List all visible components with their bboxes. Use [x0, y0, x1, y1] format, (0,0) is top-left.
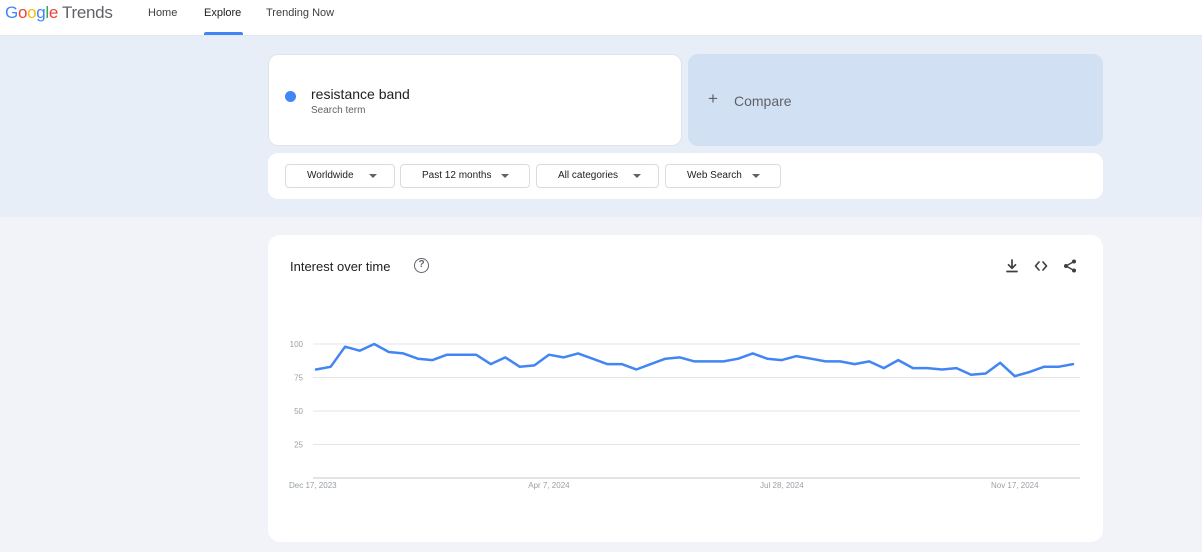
nav-home[interactable]: Home: [148, 7, 177, 19]
top-bar: Google Trends Home Explore Trending Now: [0, 0, 1202, 36]
dropdown-caret-icon: [752, 174, 760, 178]
x-tick-label: Jul 28, 2024: [760, 481, 804, 490]
filter-bar: Worldwide Past 12 months All categories …: [268, 153, 1103, 199]
compare-label: Compare: [734, 93, 792, 109]
compare-button[interactable]: + Compare: [688, 54, 1103, 146]
y-tick-label: 100: [290, 340, 304, 349]
series-color-dot: [285, 91, 296, 102]
time-range-value: Past 12 months: [422, 170, 492, 181]
interest-over-time-card: Interest over time ? 25 50 75 100 Dec 17, 20…: [268, 235, 1103, 542]
series-line-resistance-band: [314, 342, 1075, 378]
region-dropdown[interactable]: Worldwide: [285, 164, 395, 188]
plus-icon: +: [708, 89, 718, 108]
search-type-value: Web Search: [687, 170, 742, 181]
search-type-dropdown[interactable]: Web Search: [665, 164, 781, 188]
x-tick-label: Dec 17, 2023: [289, 481, 337, 490]
nav-explore[interactable]: Explore: [204, 7, 241, 19]
category-dropdown[interactable]: All categories: [536, 164, 659, 188]
dropdown-caret-icon: [369, 174, 377, 178]
y-tick-label: 25: [294, 441, 303, 450]
search-term-card[interactable]: resistance band Search term: [268, 54, 682, 146]
region-value: Worldwide: [307, 170, 354, 181]
category-value: All categories: [558, 170, 619, 181]
interest-line-chart: 25 50 75 100 Dec 17, 2023 Apr 7, 2024 Jul 28, …: [289, 340, 1080, 490]
nav-trending-now[interactable]: Trending Now: [266, 7, 334, 19]
dropdown-caret-icon: [501, 174, 509, 178]
x-tick-label: Nov 17, 2024: [991, 481, 1039, 490]
search-term-type: Search term: [311, 105, 366, 116]
x-tick-label: Apr 7, 2024: [528, 481, 570, 490]
search-term-name[interactable]: resistance band: [311, 86, 410, 102]
y-tick-label: 75: [294, 374, 303, 383]
y-tick-label: 50: [294, 407, 303, 416]
dropdown-caret-icon: [633, 174, 641, 178]
google-trends-logo[interactable]: Google Trends: [5, 3, 113, 23]
active-tab-indicator: [204, 32, 243, 35]
time-range-dropdown[interactable]: Past 12 months: [400, 164, 530, 188]
